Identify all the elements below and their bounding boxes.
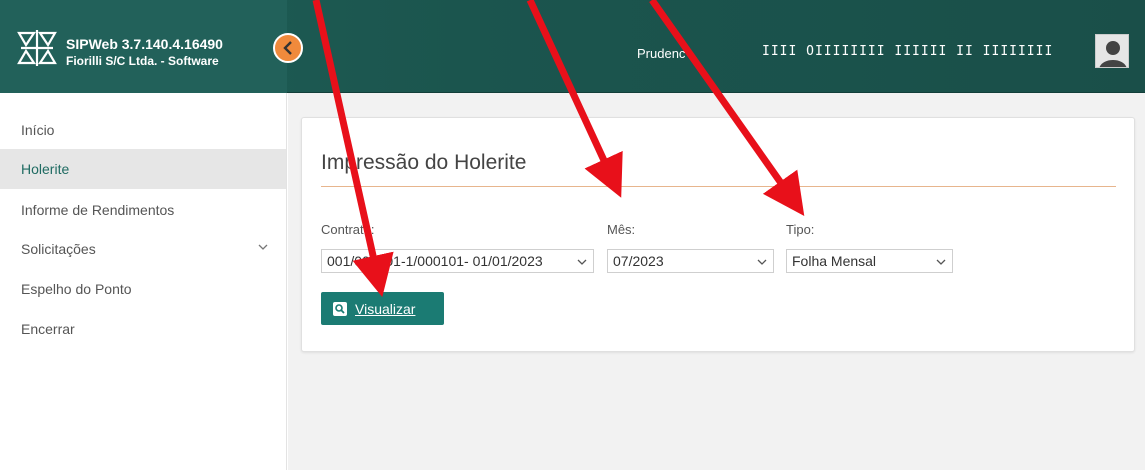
sidebar-item-label: Encerrar (21, 321, 75, 337)
fiorilli-logo-icon (17, 30, 57, 66)
mes-label: Mês: (607, 222, 636, 237)
sidebar-item-label: Holerite (21, 161, 70, 177)
chevron-down-icon (577, 259, 587, 265)
visualizar-label: Visualizar (355, 300, 416, 317)
tipo-value: Folha Mensal (792, 253, 877, 269)
entity-name: IIII OIIIIIIII IIIIII II IIIIIIII (762, 44, 1054, 59)
sidebar-item-solicitacoes[interactable]: Solicitações (0, 229, 286, 269)
user-avatar-icon[interactable] (1095, 34, 1129, 68)
sidebar-item-label: Espelho do Ponto (21, 281, 132, 297)
sidebar-item-label: Solicitações (21, 241, 96, 257)
sidebar-item-encerrar[interactable]: Encerrar (0, 309, 286, 349)
visualizar-button[interactable]: Visualizar (321, 292, 444, 325)
search-icon (333, 301, 347, 316)
sidebar-item-holerite[interactable]: Holerite (0, 149, 286, 189)
chevron-left-icon (283, 41, 292, 55)
tipo-label: Tipo: (786, 222, 815, 237)
holerite-card: Impressão do Holerite Contrato: 001/0001… (301, 117, 1135, 352)
mes-select[interactable]: 07/2023 (607, 249, 774, 273)
contrato-value: 001/000101-1/000101- 01/01/2023 (327, 253, 543, 269)
sidebar: Início Holerite Informe de Rendimentos S… (0, 93, 287, 470)
user-name: Prudenc (637, 46, 686, 61)
sidebar-collapse-button[interactable] (273, 33, 303, 63)
app-title: SIPWeb 3.7.140.4.16490 (66, 36, 223, 52)
brand-area: SIPWeb 3.7.140.4.16490 Fiorilli S/C Ltda… (0, 0, 287, 93)
top-header: SIPWeb 3.7.140.4.16490 Fiorilli S/C Ltda… (0, 0, 1145, 93)
chevron-down-icon (258, 244, 268, 250)
contrato-select[interactable]: 001/000101-1/000101- 01/01/2023 (321, 249, 594, 273)
contrato-label: Contrato: (321, 222, 375, 237)
mes-value: 07/2023 (613, 253, 664, 269)
sidebar-item-label: Início (21, 122, 55, 138)
chevron-down-icon (757, 259, 767, 265)
chevron-down-icon (936, 259, 946, 265)
sidebar-item-inicio[interactable]: Início (0, 110, 286, 150)
page-title: Impressão do Holerite (321, 151, 527, 174)
app-subtitle: Fiorilli S/C Ltda. - Software (66, 54, 219, 68)
tipo-select[interactable]: Folha Mensal (786, 249, 953, 273)
title-divider (321, 186, 1116, 187)
sidebar-item-informe-rendimentos[interactable]: Informe de Rendimentos (0, 190, 286, 230)
main-content: Impressão do Holerite Contrato: 001/0001… (288, 93, 1145, 470)
sidebar-item-espelho-ponto[interactable]: Espelho do Ponto (0, 269, 286, 309)
sidebar-item-label: Informe de Rendimentos (21, 202, 175, 218)
